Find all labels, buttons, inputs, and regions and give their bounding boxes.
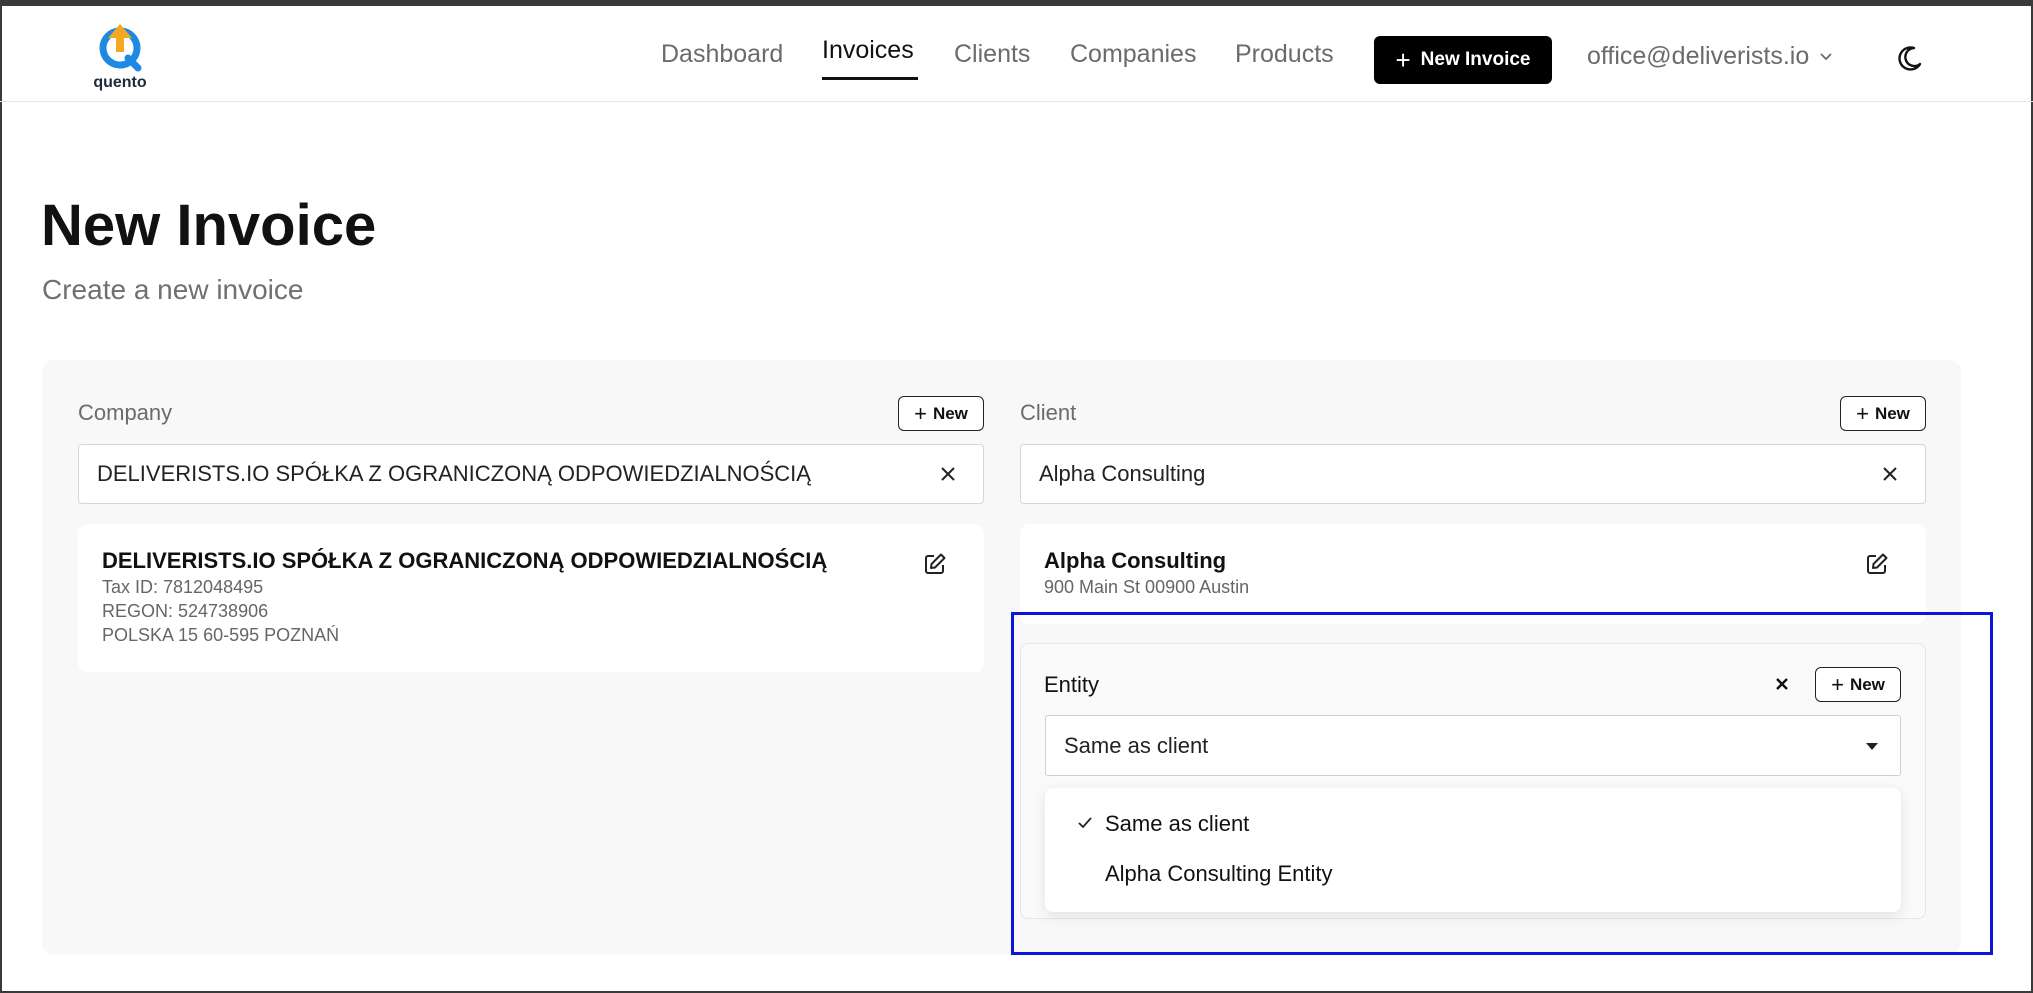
logo-text: quento: [93, 74, 147, 91]
plus-icon: +: [1856, 400, 1869, 426]
nav-clients[interactable]: Clients: [954, 40, 1030, 69]
nav-products[interactable]: Products: [1235, 40, 1334, 69]
client-card-name: Alpha Consulting: [1044, 548, 1227, 573]
nav-companies[interactable]: Companies: [1070, 40, 1196, 69]
account-menu[interactable]: office@deliverists.io: [1587, 42, 1833, 71]
company-label: Company: [78, 400, 173, 425]
company-card-name: DELIVERISTS.IO SPÓŁKA Z OGRANICZONĄ ODPO…: [102, 548, 828, 573]
plus-icon: +: [914, 400, 927, 426]
nav-active-underline: [822, 77, 918, 80]
new-invoice-button[interactable]: + New Invoice: [1374, 36, 1552, 84]
new-client-label: New: [1874, 403, 1910, 423]
new-company-button[interactable]: + New: [898, 396, 984, 431]
company-card-tax-id: Tax ID: 7812048495: [102, 577, 264, 597]
account-email: office@deliverists.io: [1587, 42, 1810, 70]
page-subtitle: Create a new invoice: [42, 274, 304, 305]
client-select-value: Alpha Consulting: [1039, 461, 1206, 486]
new-company-label: New: [932, 403, 968, 423]
plus-icon: +: [1395, 45, 1411, 75]
close-icon[interactable]: [1879, 463, 1901, 485]
company-select[interactable]: DELIVERISTS.IO SPÓŁKA Z OGRANICZONĄ ODPO…: [78, 444, 984, 504]
company-card-address: POLSKA 15 60-595 POZNAŃ: [102, 625, 340, 645]
edit-icon[interactable]: [1865, 552, 1889, 576]
top-header: quento Dashboard Invoices Clients Compan…: [0, 6, 2033, 102]
company-card: DELIVERISTS.IO SPÓŁKA Z OGRANICZONĄ ODPO…: [78, 524, 984, 672]
nav-invoices[interactable]: Invoices: [822, 36, 914, 65]
client-label: Client: [1020, 400, 1077, 425]
client-card: Alpha Consulting 900 Main St 00900 Austi…: [1020, 524, 1926, 624]
nav-dashboard[interactable]: Dashboard: [661, 40, 783, 69]
company-card-regon: REGON: 524738906: [102, 601, 269, 621]
new-client-button[interactable]: + New: [1840, 396, 1926, 431]
app-logo[interactable]: quento: [88, 18, 152, 94]
company-select-value: DELIVERISTS.IO SPÓŁKA Z OGRANICZONĄ ODPO…: [97, 461, 811, 486]
edit-icon[interactable]: [923, 552, 947, 576]
page-title: New Invoice: [41, 193, 377, 258]
chevron-down-icon: [1820, 52, 1832, 60]
close-icon[interactable]: [937, 463, 959, 485]
highlight-box: [1011, 612, 1993, 955]
client-card-address: 900 Main St 00900 Austin: [1044, 577, 1250, 597]
logo-icon: [99, 24, 142, 72]
new-invoice-label: New Invoice: [1420, 49, 1531, 70]
client-select[interactable]: Alpha Consulting: [1020, 444, 1926, 504]
moon-icon[interactable]: [1894, 44, 1924, 74]
